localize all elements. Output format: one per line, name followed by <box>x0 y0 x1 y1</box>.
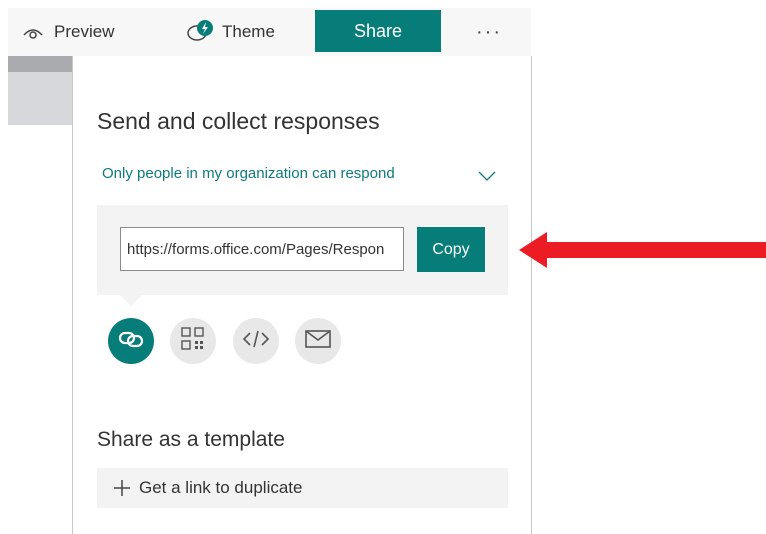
more-options-button[interactable]: ··· <box>476 8 502 56</box>
eye-icon <box>22 24 44 40</box>
red-arrow-head <box>519 232 547 268</box>
qr-code-icon <box>181 326 205 356</box>
share-template-title: Share as a template <box>97 428 285 451</box>
embed-code-icon <box>242 329 270 354</box>
share-link-button[interactable] <box>108 318 154 364</box>
share-email-button[interactable] <box>295 318 341 364</box>
theme-palette-icon <box>186 19 216 45</box>
share-panel: Send and collect responses Only people i… <box>72 56 532 534</box>
copy-button[interactable]: Copy <box>417 227 485 272</box>
top-toolbar: Preview Theme Share ··· <box>8 8 531 56</box>
theme-label: Theme <box>222 22 275 41</box>
response-scope-dropdown[interactable]: Only people in my organization can respo… <box>102 165 395 182</box>
send-collect-title: Send and collect responses <box>97 108 380 134</box>
share-embed-button[interactable] <box>233 318 279 364</box>
link-section: Copy <box>97 205 508 295</box>
chevron-down-icon[interactable] <box>478 168 496 186</box>
share-qr-button[interactable] <box>170 318 216 364</box>
red-arrow-shaft <box>546 242 766 258</box>
link-icon <box>117 328 145 355</box>
plus-icon <box>113 479 131 497</box>
email-icon <box>305 329 331 353</box>
preview-label: Preview <box>54 22 115 41</box>
share-button[interactable]: Share <box>315 10 441 52</box>
duplicate-link-label: Get a link to duplicate <box>139 478 303 497</box>
form-preview-strip <box>8 56 72 125</box>
theme-button[interactable]: Theme <box>186 8 275 56</box>
preview-button[interactable]: Preview <box>22 8 114 56</box>
link-pointer <box>119 294 143 306</box>
share-link-input[interactable] <box>120 227 404 271</box>
get-duplicate-link-button[interactable]: Get a link to duplicate <box>97 468 508 508</box>
